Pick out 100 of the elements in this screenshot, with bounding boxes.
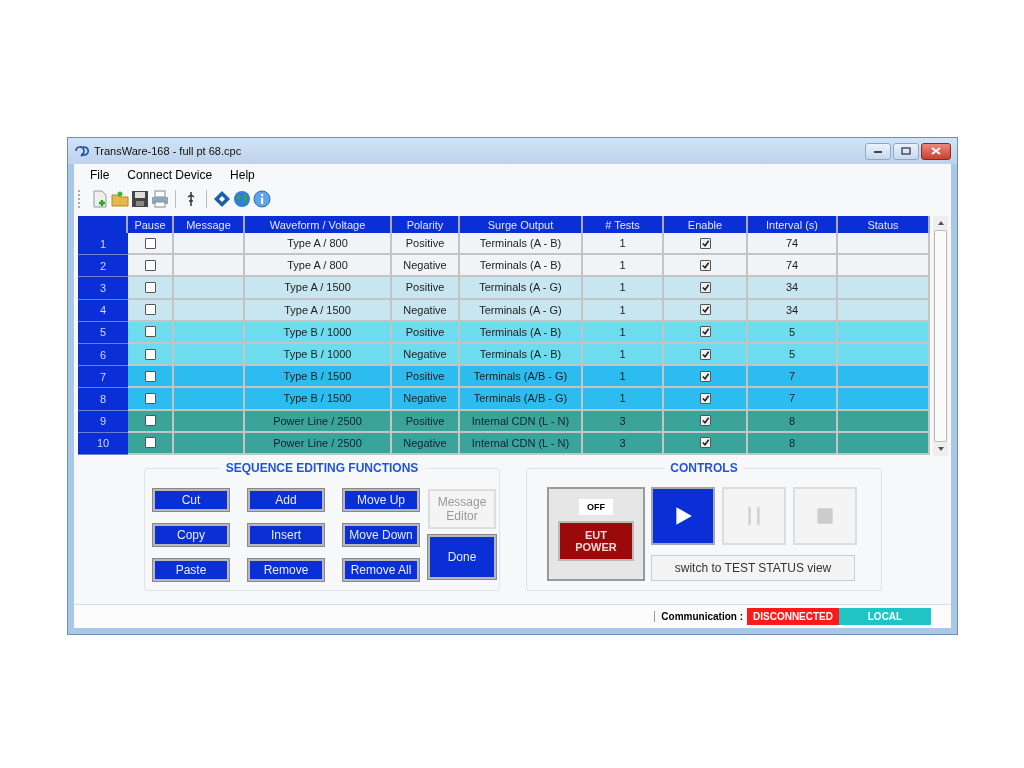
table-cell: 8 [748, 432, 838, 455]
pause-checkbox[interactable] [144, 326, 156, 338]
edit-button[interactable]: Add [248, 489, 324, 511]
row-number[interactable]: 6 [78, 343, 128, 367]
scroll-up-icon[interactable] [936, 220, 945, 226]
table-cell: 8 [748, 410, 838, 433]
pause-checkbox[interactable] [144, 237, 156, 249]
table-cell: 3 [583, 432, 664, 455]
row-number[interactable]: 8 [78, 388, 128, 411]
row-number[interactable]: 1 [78, 233, 128, 256]
column-header: Message [174, 216, 245, 233]
table-cell: Type B / 1500 [245, 388, 392, 411]
column-header: # Tests [583, 216, 664, 233]
table-cell: 1 [583, 321, 664, 344]
vertical-scrollbar[interactable] [933, 216, 948, 456]
new-file-icon[interactable] [91, 190, 109, 208]
globe-icon[interactable] [233, 190, 251, 208]
pause-checkbox[interactable] [144, 348, 156, 360]
table-cell: 1 [583, 388, 664, 411]
window-title: TransWare-168 - full pt 68.cpc [94, 145, 242, 157]
table-cell: Negative [392, 255, 460, 278]
edit-button[interactable]: Paste [153, 559, 229, 581]
row-number[interactable]: 9 [78, 410, 128, 433]
minimize-button[interactable] [865, 142, 891, 160]
row-header-corner [78, 216, 128, 233]
column-header: Waveform / Voltage [245, 216, 392, 233]
info-icon[interactable] [253, 190, 271, 208]
enable-checkbox[interactable] [699, 370, 711, 382]
row-number[interactable]: 10 [78, 432, 128, 455]
table-cell: 5 [748, 321, 838, 344]
row-number[interactable]: 3 [78, 277, 128, 300]
enable-checkbox[interactable] [699, 348, 711, 360]
table-cell: Internal CDN (L - N) [460, 432, 583, 455]
enable-checkbox[interactable] [699, 437, 711, 449]
pause-checkbox[interactable] [144, 304, 156, 316]
table-cell: Power Line / 2500 [245, 410, 392, 433]
row-number[interactable]: 4 [78, 299, 128, 322]
toolbar-grip [78, 190, 83, 208]
pause-checkbox[interactable] [144, 370, 156, 382]
table-cell: Terminals (A/B - G) [460, 366, 583, 389]
edit-button[interactable]: Remove All [343, 559, 419, 581]
enable-checkbox[interactable] [699, 237, 711, 249]
edit-button[interactable]: Copy [153, 524, 229, 546]
enable-checkbox[interactable] [699, 281, 711, 293]
pause-checkbox[interactable] [144, 259, 156, 271]
table-cell: Positive [392, 233, 460, 256]
enable-checkbox[interactable] [699, 392, 711, 404]
save-icon[interactable] [131, 190, 149, 208]
pause-checkbox[interactable] [144, 415, 156, 427]
status-badge: DISCONNECTED [747, 608, 839, 625]
minimize-icon [873, 148, 883, 154]
table-cell: Type B / 1500 [245, 366, 392, 389]
table-cell: 1 [583, 277, 664, 300]
column-header: Polarity [392, 216, 460, 233]
column-header: Surge Output [460, 216, 583, 233]
enable-checkbox[interactable] [699, 304, 711, 316]
table-cell: 1 [583, 343, 664, 367]
table-cell: Type A / 1500 [245, 299, 392, 322]
table-cell: Type A / 800 [245, 233, 392, 256]
column-header: Status [838, 216, 930, 233]
enable-checkbox[interactable] [699, 326, 711, 338]
menu-item[interactable]: Help [230, 168, 255, 182]
row-number[interactable]: 2 [78, 255, 128, 278]
menu-item[interactable]: Connect Device [127, 168, 213, 182]
pause-checkbox[interactable] [144, 437, 156, 449]
row-number[interactable]: 5 [78, 321, 128, 344]
panel-title: SEQUENCE EDITING FUNCTIONS [219, 461, 425, 475]
done-button[interactable]: Done [428, 535, 496, 579]
edit-button[interactable]: Move Down [343, 524, 419, 546]
row-number[interactable]: 7 [78, 366, 128, 389]
table-cell: 5 [748, 343, 838, 367]
switch-view-button[interactable]: switch to TEST STATUS view [651, 555, 855, 581]
stop-icon [814, 505, 836, 527]
maximize-button[interactable] [893, 142, 919, 160]
enable-checkbox[interactable] [699, 415, 711, 427]
enable-checkbox[interactable] [699, 259, 711, 271]
table-cell: 34 [748, 299, 838, 322]
edit-button[interactable]: Remove [248, 559, 324, 581]
table-cell: 1 [583, 233, 664, 256]
table-cell: 7 [748, 366, 838, 389]
table-cell: Positive [392, 321, 460, 344]
eut-power-button[interactable]: EUT POWER [558, 521, 634, 561]
edit-button[interactable]: Insert [248, 524, 324, 546]
app-logo-icon [74, 145, 90, 157]
play-button[interactable] [651, 487, 715, 545]
table-cell: Terminals (A - B) [460, 233, 583, 256]
table-cell: Terminals (A - B) [460, 255, 583, 278]
pause-checkbox[interactable] [144, 281, 156, 293]
menu-item[interactable]: File [90, 168, 110, 182]
close-button[interactable] [921, 142, 951, 160]
table-cell: Negative [392, 432, 460, 455]
table-cell: 74 [748, 233, 838, 256]
edit-button[interactable]: Cut [153, 489, 229, 511]
edit-button[interactable]: Move Up [343, 489, 419, 511]
table-cell: 74 [748, 255, 838, 278]
table-cell: Type B / 1000 [245, 321, 392, 344]
pause-checkbox[interactable] [144, 392, 156, 404]
table-cell: Positive [392, 277, 460, 300]
table-cell: Terminals (A - G) [460, 277, 583, 300]
scroll-down-icon[interactable] [936, 446, 945, 452]
